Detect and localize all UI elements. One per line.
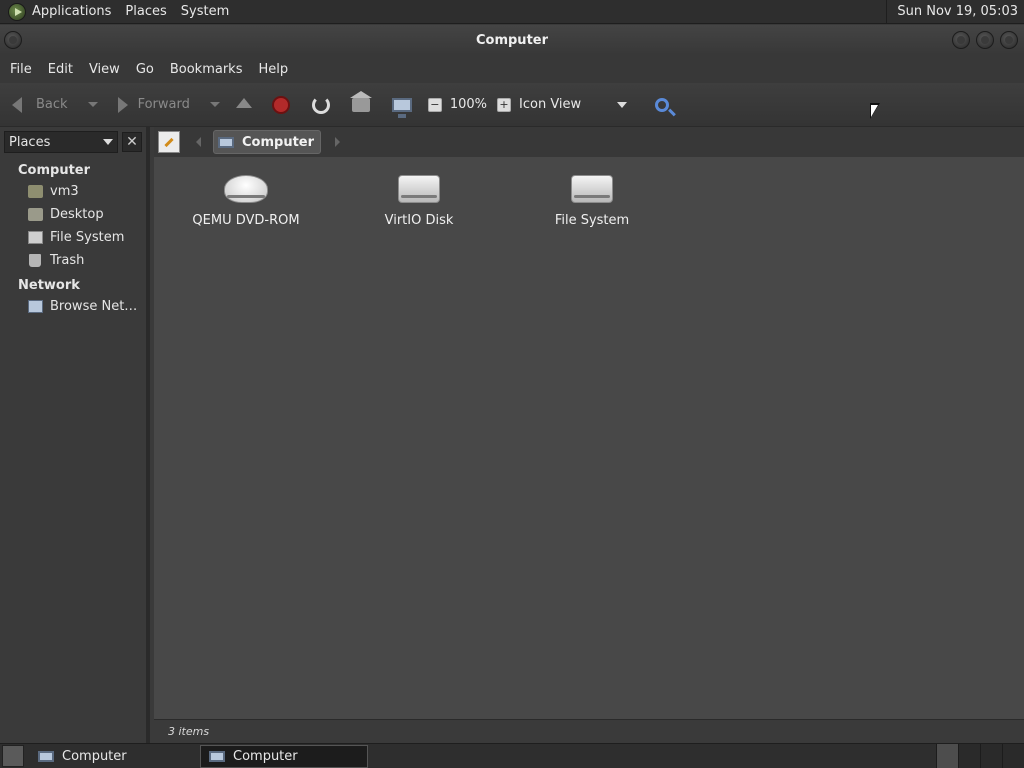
- home-folder-icon: [28, 185, 43, 198]
- chevron-down-icon: [103, 139, 113, 145]
- taskbar-item-label: Computer: [233, 748, 298, 764]
- file-view[interactable]: QEMU DVD-ROM VirtIO Disk File System: [154, 157, 1024, 719]
- sidebar-item-label: Trash: [50, 253, 85, 268]
- search-icon[interactable]: [655, 97, 670, 112]
- hard-disk-icon: [398, 175, 440, 203]
- breadcrumb-scroll-left-icon[interactable]: [196, 137, 201, 147]
- location-bar: Computer: [154, 127, 1024, 157]
- sidebar-close-button[interactable]: ✕: [122, 132, 142, 152]
- computer-icon: [38, 750, 54, 762]
- menu-file[interactable]: File: [10, 62, 32, 77]
- forward-arrow-icon: [117, 96, 128, 113]
- menu-edit[interactable]: Edit: [48, 62, 73, 77]
- bottom-panel: Computer Computer: [0, 743, 1024, 768]
- sidebar-heading-computer: Computer: [18, 163, 91, 178]
- taskbar-item[interactable]: Computer: [30, 745, 198, 768]
- sidebar: Places ✕ Computer vm3 Desktop File Syste…: [0, 127, 150, 743]
- sidebar-item-vm3[interactable]: vm3: [0, 180, 146, 203]
- computer-icon[interactable]: [391, 97, 412, 118]
- sidebar-item-trash[interactable]: Trash: [0, 249, 146, 272]
- file-item-virtio-disk[interactable]: VirtIO Disk: [334, 175, 504, 228]
- sidebar-selector-label: Places: [9, 134, 51, 150]
- stop-icon[interactable]: [271, 95, 290, 114]
- menu-bookmarks[interactable]: Bookmarks: [170, 62, 243, 77]
- zoom-in-button[interactable]: +: [497, 97, 512, 112]
- close-window-button[interactable]: [1000, 31, 1018, 49]
- computer-icon: [218, 136, 234, 148]
- forward-history-dropdown[interactable]: [209, 102, 220, 107]
- window-titlebar[interactable]: Computer: [0, 25, 1024, 55]
- workspace-2[interactable]: [958, 744, 980, 768]
- menu-view[interactable]: View: [89, 62, 120, 77]
- zoom-level[interactable]: 100%: [450, 97, 487, 112]
- file-item-file-system[interactable]: File System: [507, 175, 677, 228]
- window-title: Computer: [475, 32, 549, 48]
- file-label: VirtIO Disk: [384, 213, 454, 228]
- maximize-button[interactable]: [976, 31, 994, 49]
- back-label: Back: [36, 97, 68, 112]
- workspace-switcher[interactable]: [936, 744, 1024, 768]
- computer-icon: [209, 750, 225, 762]
- home-icon[interactable]: [349, 90, 372, 112]
- breadcrumb-scroll-right-icon[interactable]: [335, 137, 341, 147]
- file-label: QEMU DVD-ROM: [192, 213, 300, 228]
- sidebar-item-file-system[interactable]: File System: [0, 226, 146, 249]
- taskbar-item-active[interactable]: Computer: [200, 744, 368, 768]
- up-icon[interactable]: [235, 97, 252, 108]
- file-label: File System: [554, 213, 630, 228]
- app-menu-logo-icon[interactable]: [8, 2, 26, 21]
- chevron-down-icon: [617, 101, 628, 108]
- back-arrow-icon: [12, 96, 22, 113]
- breadcrumb-computer[interactable]: Computer: [213, 130, 322, 154]
- sidebar-item-label: Browse Net…: [50, 299, 138, 314]
- sidebar-selector[interactable]: Places: [4, 131, 118, 153]
- dvd-drive-icon: [224, 175, 268, 203]
- file-item-dvd-rom[interactable]: QEMU DVD-ROM: [161, 175, 331, 228]
- view-mode-label: Icon View: [519, 97, 582, 112]
- sidebar-header: Places ✕: [0, 127, 146, 157]
- desktop-folder-icon: [28, 208, 43, 221]
- clock[interactable]: Sun Nov 19, 05:03: [886, 0, 1024, 24]
- system-menu[interactable]: System: [181, 4, 229, 19]
- workspace-3[interactable]: [980, 744, 1002, 768]
- places-menu[interactable]: Places: [125, 4, 166, 19]
- status-bar: 3 items: [154, 719, 1024, 743]
- menubar: File Edit View Go Bookmarks Help: [0, 55, 1024, 83]
- applications-menu[interactable]: Applications: [32, 4, 111, 19]
- menu-go[interactable]: Go: [136, 62, 154, 77]
- reload-icon[interactable]: [311, 95, 330, 114]
- sidebar-item-desktop[interactable]: Desktop: [0, 203, 146, 226]
- sidebar-item-browse-network[interactable]: Browse Net…: [0, 295, 146, 318]
- trash-icon: [29, 254, 41, 267]
- minimize-button[interactable]: [952, 31, 970, 49]
- hard-disk-icon: [571, 175, 613, 203]
- drive-icon: [28, 231, 43, 244]
- sidebar-item-label: File System: [50, 230, 125, 245]
- sidebar-item-label: vm3: [50, 184, 79, 199]
- window-menu-button[interactable]: [4, 31, 22, 49]
- back-history-dropdown[interactable]: [87, 102, 98, 107]
- zoom-out-button[interactable]: −: [427, 97, 442, 112]
- breadcrumb-label: Computer: [242, 134, 315, 150]
- menu-help[interactable]: Help: [258, 62, 288, 77]
- sidebar-heading-network: Network: [18, 278, 80, 293]
- forward-button[interactable]: Forward: [112, 95, 190, 115]
- forward-label: Forward: [137, 97, 190, 112]
- view-mode-select[interactable]: Icon View: [519, 97, 645, 112]
- sidebar-item-label: Desktop: [50, 207, 104, 222]
- back-button[interactable]: Back: [10, 95, 68, 115]
- edit-location-icon[interactable]: [158, 131, 180, 153]
- network-icon: [28, 300, 43, 313]
- workspace-1[interactable]: [936, 744, 958, 768]
- show-desktop-icon[interactable]: [2, 745, 24, 767]
- top-panel: Applications Places System Sun Nov 19, 0…: [0, 0, 1024, 24]
- workspace-4[interactable]: [1002, 744, 1024, 768]
- taskbar-item-label: Computer: [62, 748, 127, 764]
